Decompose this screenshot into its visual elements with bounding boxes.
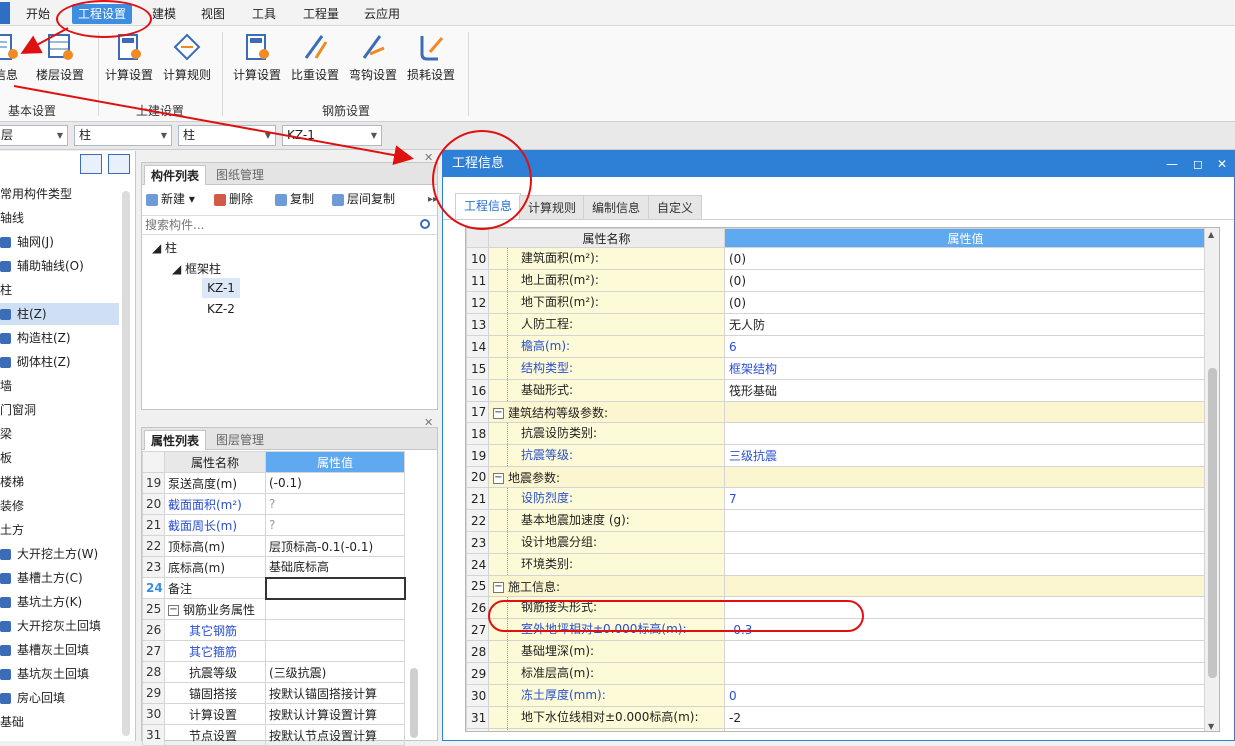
annotation-arrows: [13, 27, 414, 165]
